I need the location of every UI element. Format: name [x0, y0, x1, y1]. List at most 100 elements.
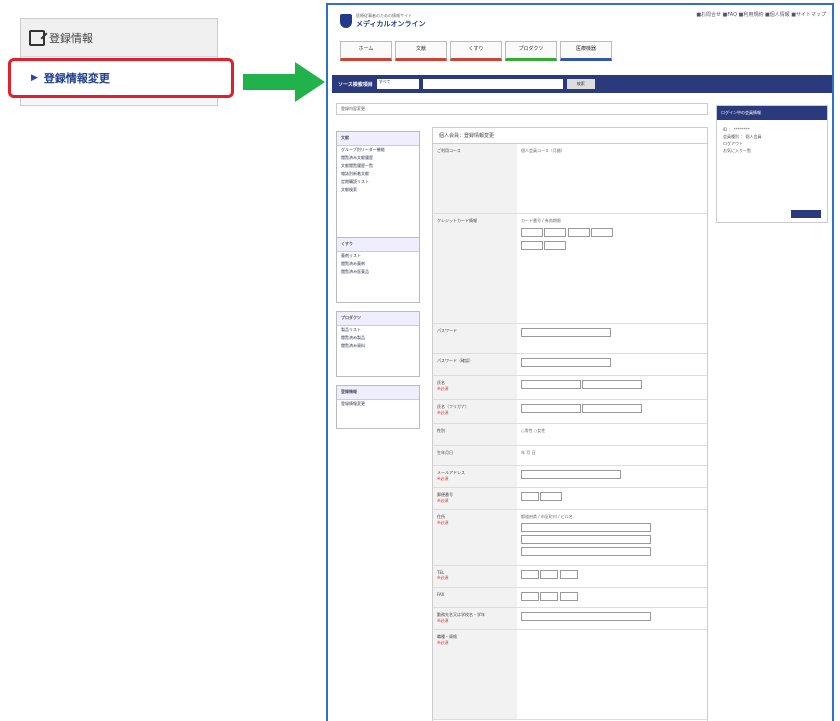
card-number-field[interactable] [567, 228, 590, 237]
card-number-field[interactable] [544, 228, 567, 237]
form-row: TEL ※必須 [433, 566, 707, 588]
last-name-field[interactable] [521, 380, 581, 389]
credit-card-fields: カード番号 / 有効期限 [517, 214, 707, 323]
label-text: 職種・資格 [437, 634, 457, 639]
form-label: メールアドレス ※必須 [433, 466, 517, 487]
required-mark: ※必須 [437, 640, 449, 645]
address-fields: 都道府県 / 市区町村 / ビル名 [517, 510, 707, 565]
password-confirm-field[interactable] [521, 358, 611, 367]
sidebar-item[interactable]: 閲覧済み医薬品 [337, 268, 419, 276]
fax-field[interactable] [540, 592, 559, 601]
nav-tab-products[interactable]: プロダクツ [505, 41, 557, 61]
fax-field[interactable] [521, 592, 539, 601]
form-field-wrap [517, 376, 707, 399]
sidebar-item[interactable]: 閲覧済み文献履歴 [337, 154, 419, 162]
search-category-select[interactable]: すべて [376, 79, 419, 89]
search-input[interactable] [422, 79, 563, 89]
sidebar-item[interactable]: 閲覧済み資料 [337, 342, 419, 350]
label-text: 氏名（フリガナ） [437, 404, 469, 409]
required-mark: ※必須 [437, 476, 449, 481]
triangle-bullet-icon: ▶ [31, 73, 38, 83]
sidebar-item[interactable]: 文献検索 [337, 186, 419, 194]
form-row: パスワード（確認） [433, 354, 707, 376]
form-title: 個人会員：登録情報変更 [433, 128, 707, 144]
favorites-link[interactable]: お気に入り一覧 [723, 147, 821, 154]
sidebar-item[interactable]: 定期購読リスト [337, 178, 419, 186]
required-mark: ※必須 [437, 386, 449, 391]
sidebar-item[interactable]: 雑誌別新着文献 [337, 170, 419, 178]
menu-header: 登録情報 [21, 19, 217, 57]
card-number-field[interactable] [590, 228, 613, 237]
required-mark: ※必須 [437, 498, 449, 503]
registration-change-link[interactable]: ▶ 登録情報変更 [8, 58, 234, 98]
address-field[interactable] [521, 535, 651, 544]
last-name-kana-field[interactable] [521, 404, 581, 413]
postal-code-field[interactable] [521, 492, 539, 501]
sidebar-item[interactable]: 製品リスト [337, 326, 419, 334]
green-arrow-icon [243, 62, 325, 102]
sidebar-item[interactable]: 文献閲覧履歴一覧 [337, 162, 419, 170]
form-label: ご利用コース [433, 144, 517, 213]
search-button[interactable]: 検索 [566, 79, 595, 89]
card-expiry-field[interactable] [521, 241, 543, 250]
required-mark: ※必須 [437, 520, 449, 525]
fax-field[interactable] [559, 592, 578, 601]
menu-header-label: 登録情報 [49, 31, 93, 45]
nav-tab-home[interactable]: ホーム [340, 41, 392, 61]
site-logo[interactable]: 医療従事者のための情報サイト メディカルオンライン [340, 13, 426, 29]
nav-tab-drugs[interactable]: くすり [450, 41, 502, 61]
occupation-options[interactable] [517, 630, 707, 719]
form-field-wrap [517, 354, 707, 375]
registration-change-label: 登録情報変更 [43, 72, 110, 85]
member-info-body: ID ： ******** 会員種別 ： 個人会員 ログアウト お気に入り一覧 [717, 120, 827, 160]
form-row: ご利用コース 個人会員コース（月額） [433, 144, 707, 214]
email-field[interactable] [521, 470, 621, 479]
logout-link[interactable]: ログアウト [723, 140, 821, 147]
form-label: 郵便番号 ※必須 [433, 488, 517, 509]
tel-field[interactable] [540, 570, 559, 579]
label-text: 勤務先名又は学校名・学年 [437, 612, 485, 617]
form-label: パスワード [433, 324, 517, 353]
top-links[interactable]: ■お問合せ ■FAQ ■利用規約 ■個人情報 ■サイトマップ [696, 11, 826, 18]
password-field[interactable] [521, 328, 611, 337]
form-value: 個人会員コース（月額） [521, 148, 565, 153]
first-name-field[interactable] [582, 380, 643, 389]
required-mark: ※必須 [437, 618, 449, 623]
page-title: 登録内容変更 [336, 103, 708, 115]
sidebar-drugs: くすり 薬剤リスト 閲覧済み薬剤 閲覧済み医薬品 [336, 237, 420, 303]
brand-sub: 医療従事者のための情報サイト [356, 13, 412, 18]
nav-tab-literature[interactable]: 文献 [395, 41, 447, 61]
first-name-kana-field[interactable] [582, 404, 643, 413]
card-expiry-field[interactable] [544, 241, 567, 250]
form-label: TEL ※必須 [433, 566, 517, 587]
postal-code-field[interactable] [540, 492, 563, 501]
workplace-field[interactable] [521, 612, 651, 621]
card-number-field[interactable] [521, 228, 543, 237]
sidebar-item[interactable]: 登録情報変更 [337, 400, 419, 408]
form-label: 生年月日 [433, 446, 517, 465]
sidebar-item[interactable]: 閲覧済み製品 [337, 334, 419, 342]
form-label: クレジットカード情報 [433, 214, 517, 323]
global-nav: ホーム 文献 くすり プロダクツ 医療機器 [340, 41, 612, 61]
form-row: パスワード [433, 324, 707, 354]
form-label: 職種・資格 ※必須 [433, 630, 517, 719]
address-field[interactable] [521, 523, 651, 532]
nav-tab-devices[interactable]: 医療機器 [560, 41, 612, 61]
label-text: メールアドレス [437, 470, 465, 475]
sidebar-item[interactable]: グループ別リーダー機能 [337, 146, 419, 154]
form-row: クレジットカード情報 カード番号 / 有効期限 [433, 214, 707, 324]
member-type: 会員種別 ： 個人会員 [723, 134, 762, 139]
form-row: 氏名（フリガナ） ※必須 [433, 400, 707, 424]
sidebar-item[interactable]: 閲覧済み薬剤 [337, 260, 419, 268]
address-field[interactable] [521, 547, 651, 556]
form-label: パスワード（確認） [433, 354, 517, 375]
member-box-button[interactable] [791, 210, 821, 218]
tel-field[interactable] [559, 570, 578, 579]
form-value: 都道府県 / 市区町村 / ビル名 [521, 514, 573, 519]
tel-field[interactable] [521, 570, 539, 579]
gender-radios[interactable]: ○男性 ○女性 [517, 424, 707, 445]
birthdate-select[interactable]: 年 月 日 [517, 446, 707, 465]
form-label: FAX [433, 588, 517, 607]
sidebar-item[interactable]: 薬剤リスト [337, 252, 419, 260]
form-field-wrap [517, 588, 707, 607]
